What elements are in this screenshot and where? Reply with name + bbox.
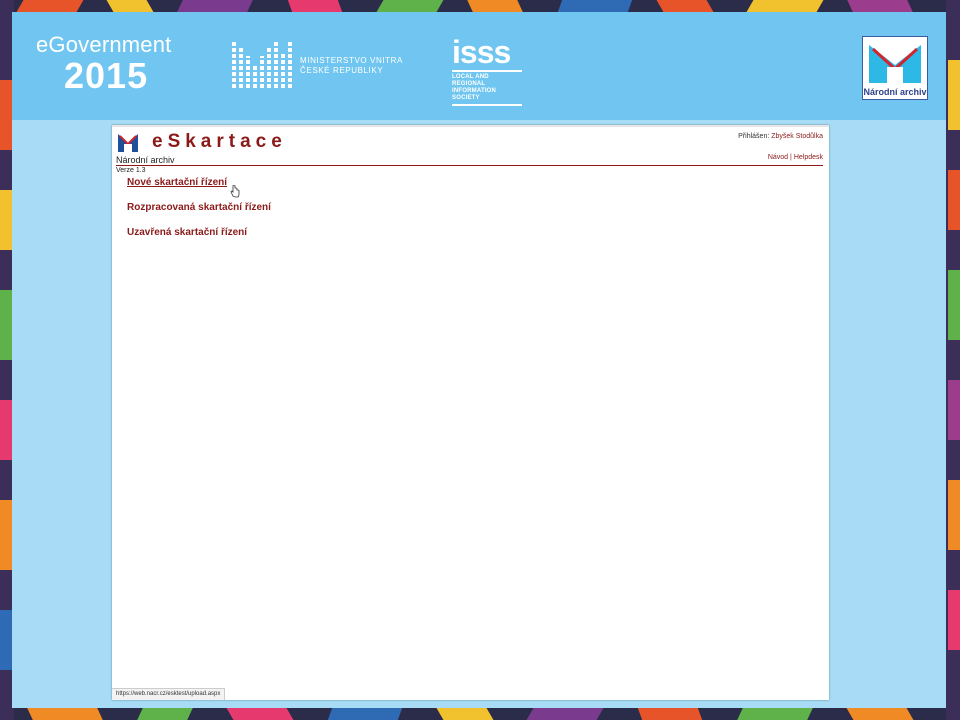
archive-emblem-icon — [869, 45, 921, 83]
narodni-archiv-logo: Národní archiv — [862, 36, 928, 100]
status-bar: https://web.nacr.cz/esktest/upload.aspx — [112, 688, 226, 700]
archive-caption: Národní archiv — [863, 87, 927, 97]
app-subtitle: Národní archiv — [116, 155, 175, 165]
egovernment-logo: eGovernment 2015 — [36, 33, 172, 95]
helpdesk-link[interactable]: Helpdesk — [794, 154, 823, 161]
help-separator: | — [790, 154, 792, 161]
ministry-logo: MINISTERSTVO VNITRA ČESKÉ REPUBLIKY — [232, 42, 412, 88]
eskartace-logo-icon — [118, 134, 138, 152]
header-divider — [116, 165, 823, 166]
egovernment-title: eGovernment — [36, 32, 172, 57]
browser-window: eSkartace Národní archiv Přihlášen: Zbyš… — [112, 125, 829, 700]
isss-logo: isss LOCAL AND REGIONAL INFORMATION SOCI… — [452, 34, 522, 106]
isss-mark: isss — [452, 34, 511, 70]
menu-in-progress-procedures[interactable]: Rozpracovaná skartační řízení — [127, 202, 271, 214]
version-label: Verze 1.3 — [116, 167, 146, 174]
app-header: eSkartace Národní archiv Přihlášen: Zbyš… — [112, 125, 829, 175]
login-user-link[interactable]: Zbyšek Stodůlka — [771, 133, 823, 140]
app-title: eSkartace — [152, 131, 287, 152]
main-menu: Nové skartační řízení Rozpracovaná skart… — [127, 177, 271, 252]
login-info: Přihlášen: Zbyšek Stodůlka — [738, 133, 823, 140]
login-label: Přihlášen: — [738, 133, 770, 140]
hand-cursor-icon — [230, 185, 240, 198]
menu-closed-procedures[interactable]: Uzavřená skartační řízení — [127, 227, 271, 239]
menu-new-shredding-procedure[interactable]: Nové skartační řízení — [127, 177, 271, 189]
navod-link[interactable]: Návod — [768, 154, 788, 161]
help-links: Návod | Helpdesk — [768, 154, 823, 161]
ministry-text: MINISTERSTVO VNITRA ČESKÉ REPUBLIKY — [300, 56, 403, 75]
ministry-dots-icon — [232, 42, 292, 88]
egovernment-year: 2015 — [64, 55, 149, 96]
